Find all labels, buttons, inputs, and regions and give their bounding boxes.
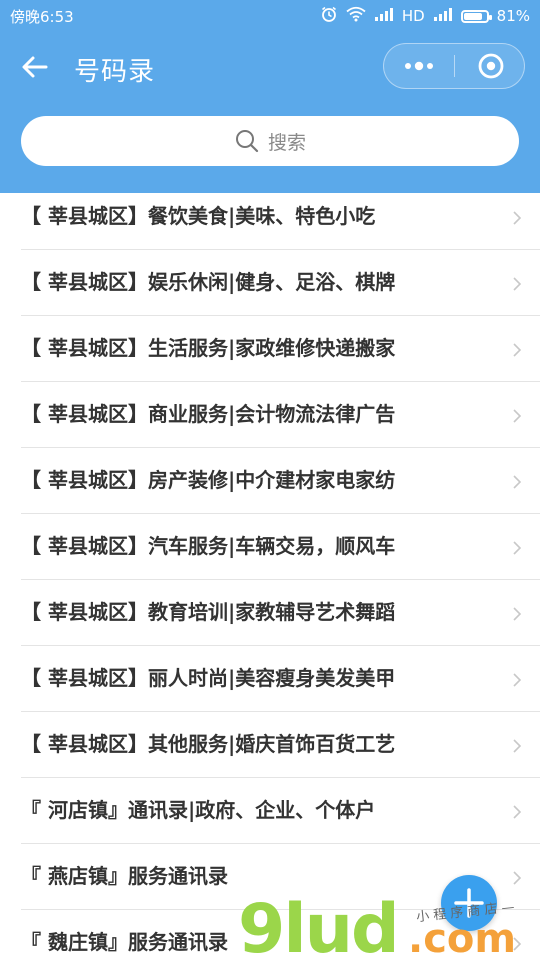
mini-program-page: 傍晚6:53 HD 81% 号码录 搜索 【 莘县城区】餐饮美食|美味、特色小吃… <box>0 0 540 960</box>
list-item-label: 【 莘县城区】其他服务|婚庆首饰百货工艺 <box>21 732 396 756</box>
search-icon <box>235 130 259 153</box>
list-item[interactable]: 『 河店镇』通讯录|政府、企业、个体户 <box>21 778 540 844</box>
chevron-right-icon <box>513 409 522 423</box>
list-item-label: 【 莘县城区】餐饮美食|美味、特色小吃 <box>21 204 376 228</box>
arrow-left-icon <box>22 56 48 78</box>
list-item-label: 【 莘县城区】汽车服务|车辆交易，顺风车 <box>21 534 396 558</box>
header: 傍晚6:53 HD 81% 号码录 搜索 <box>0 0 540 193</box>
chevron-right-icon <box>513 475 522 489</box>
list-item[interactable]: 【 莘县城区】娱乐休闲|健身、足浴、棋牌 <box>21 250 540 316</box>
nav-bar: 号码录 <box>0 32 540 102</box>
signal-icon-2 <box>433 7 453 25</box>
battery-icon <box>460 9 492 23</box>
more-dots-icon <box>405 61 433 71</box>
list-item[interactable]: 【 莘县城区】商业服务|会计物流法律广告 <box>21 382 540 448</box>
signal-icon <box>374 7 394 25</box>
list-item[interactable]: 【 莘县城区】汽车服务|车辆交易，顺风车 <box>21 514 540 580</box>
chevron-right-icon <box>513 607 522 621</box>
chevron-right-icon <box>513 541 522 555</box>
list-item[interactable]: 【 莘县城区】教育培训|家教辅导艺术舞蹈 <box>21 580 540 646</box>
list-item[interactable]: 【 莘县城区】其他服务|婚庆首饰百货工艺 <box>21 712 540 778</box>
list-item[interactable]: 【 莘县城区】生活服务|家政维修快递搬家 <box>21 316 540 382</box>
list-item-label: 【 莘县城区】丽人时尚|美容瘦身美发美甲 <box>21 666 396 690</box>
list-item-label: 【 莘县城区】娱乐休闲|健身、足浴、棋牌 <box>21 270 396 294</box>
capsule-menu <box>383 43 525 89</box>
list-item-label: 【 莘县城区】房产装修|中介建材家电家纺 <box>21 468 396 492</box>
close-button[interactable] <box>455 44 523 87</box>
search-input[interactable]: 搜索 <box>21 116 519 166</box>
category-list: 【 莘县城区】餐饮美食|美味、特色小吃 【 莘县城区】娱乐休闲|健身、足浴、棋牌… <box>0 193 540 960</box>
list-item-label: 『 燕店镇』服务通讯录 <box>21 864 228 888</box>
alarm-icon <box>320 5 338 27</box>
chevron-right-icon <box>513 673 522 687</box>
list-item-label: 『 河店镇』通讯录|政府、企业、个体户 <box>21 798 376 822</box>
list-item-label: 『 魏庄镇』服务通讯录 <box>21 930 228 954</box>
plus-icon <box>454 888 484 918</box>
list-item-label: 【 莘县城区】教育培训|家教辅导艺术舞蹈 <box>21 600 396 624</box>
status-time: 傍晚6:53 <box>10 8 74 26</box>
search-placeholder: 搜索 <box>267 131 306 154</box>
status-icons: HD 81% <box>320 5 530 27</box>
status-bar: 傍晚6:53 HD 81% <box>0 0 540 32</box>
more-button[interactable] <box>384 44 454 87</box>
network-type: HD <box>401 7 425 25</box>
wifi-icon <box>346 6 366 26</box>
chevron-right-icon <box>513 805 522 819</box>
chevron-right-icon <box>513 739 522 753</box>
back-button[interactable] <box>18 50 52 84</box>
battery-percent: 81% <box>496 7 530 25</box>
battery-fill <box>463 12 482 20</box>
chevron-right-icon <box>513 277 522 291</box>
list-item-label: 【 莘县城区】生活服务|家政维修快递搬家 <box>21 336 396 360</box>
chevron-right-icon <box>513 343 522 357</box>
list-item[interactable]: 【 莘县城区】房产装修|中介建材家电家纺 <box>21 448 540 514</box>
list-item[interactable]: 【 莘县城区】丽人时尚|美容瘦身美发美甲 <box>21 646 540 712</box>
chevron-right-icon <box>513 871 522 885</box>
chevron-right-icon <box>513 937 522 951</box>
page-title: 号码录 <box>74 57 156 87</box>
target-circle-icon <box>478 53 504 79</box>
search-inner: 搜索 <box>234 128 306 155</box>
list-item-label: 【 莘县城区】商业服务|会计物流法律广告 <box>21 402 396 426</box>
chevron-right-icon <box>513 211 522 225</box>
add-button[interactable] <box>441 875 497 931</box>
list-item[interactable]: 【 莘县城区】餐饮美食|美味、特色小吃 <box>21 193 540 250</box>
